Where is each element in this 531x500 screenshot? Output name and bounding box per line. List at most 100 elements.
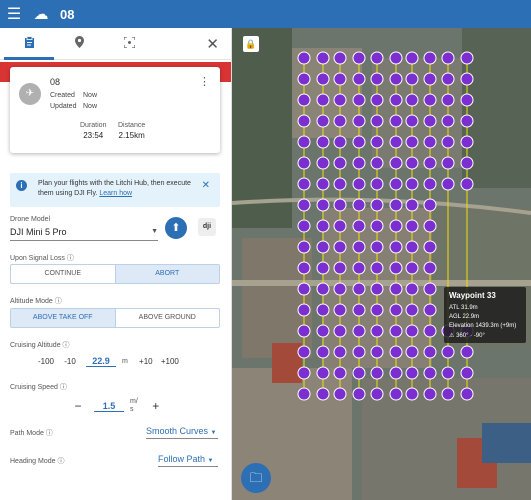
waypoint-marker[interactable]: [405, 261, 419, 275]
drone-model-select[interactable]: DJI Mini 5 Pro ▼: [10, 227, 158, 241]
minus-10-button[interactable]: -10: [58, 357, 82, 366]
waypoint-marker[interactable]: [352, 72, 366, 86]
tab-mission[interactable]: [4, 28, 54, 60]
waypoint-marker[interactable]: [352, 114, 366, 128]
waypoint-marker[interactable]: [297, 114, 311, 128]
satellite-map[interactable]: [232, 28, 531, 500]
waypoint-marker[interactable]: [352, 93, 366, 107]
waypoint-marker[interactable]: [370, 366, 384, 380]
waypoint-marker[interactable]: [441, 135, 455, 149]
above-ground-option[interactable]: ABOVE GROUND: [114, 309, 220, 327]
waypoint-marker[interactable]: [460, 345, 474, 359]
waypoint-marker[interactable]: [370, 324, 384, 338]
waypoint-marker[interactable]: [333, 156, 347, 170]
waypoint-marker[interactable]: [333, 135, 347, 149]
waypoint-marker[interactable]: [333, 198, 347, 212]
waypoint-marker[interactable]: [333, 114, 347, 128]
waypoint-marker[interactable]: [316, 93, 330, 107]
waypoint-marker[interactable]: [370, 303, 384, 317]
dji-logo-icon[interactable]: dji: [198, 218, 216, 236]
tab-focus[interactable]: [104, 28, 154, 60]
waypoint-marker[interactable]: [333, 72, 347, 86]
waypoint-marker[interactable]: [352, 156, 366, 170]
waypoint-marker[interactable]: [352, 177, 366, 191]
close-icon[interactable]: ✕: [202, 180, 210, 191]
waypoint-marker[interactable]: [423, 51, 437, 65]
close-icon[interactable]: ✕: [206, 35, 219, 53]
waypoint-marker[interactable]: [352, 324, 366, 338]
waypoint-marker[interactable]: [441, 93, 455, 107]
waypoint-marker[interactable]: [333, 51, 347, 65]
waypoint-marker[interactable]: [460, 177, 474, 191]
waypoint-marker[interactable]: [423, 198, 437, 212]
waypoint-marker[interactable]: [370, 345, 384, 359]
waypoint-marker[interactable]: [297, 261, 311, 275]
waypoint-marker[interactable]: [316, 72, 330, 86]
waypoint-marker[interactable]: [333, 261, 347, 275]
waypoint-marker[interactable]: [370, 114, 384, 128]
abort-option[interactable]: ABORT: [114, 265, 219, 283]
waypoint-marker[interactable]: [316, 324, 330, 338]
minus-100-button[interactable]: -100: [34, 357, 58, 366]
waypoint-marker[interactable]: [316, 198, 330, 212]
learn-how-link[interactable]: Learn how: [99, 190, 132, 197]
waypoint-marker[interactable]: [297, 387, 311, 401]
waypoint-marker[interactable]: [460, 51, 474, 65]
waypoint-marker[interactable]: [316, 303, 330, 317]
waypoint-marker[interactable]: [423, 345, 437, 359]
waypoint-marker[interactable]: [370, 387, 384, 401]
waypoint-marker[interactable]: [460, 156, 474, 170]
waypoint-marker[interactable]: [460, 114, 474, 128]
waypoint-marker[interactable]: [460, 93, 474, 107]
waypoint-marker[interactable]: [352, 387, 366, 401]
waypoint-marker[interactable]: [333, 282, 347, 296]
waypoint-marker[interactable]: [297, 156, 311, 170]
waypoint-marker[interactable]: [405, 303, 419, 317]
waypoint-marker[interactable]: [389, 366, 403, 380]
waypoint-marker[interactable]: [441, 177, 455, 191]
waypoint-marker[interactable]: [316, 387, 330, 401]
waypoint-marker[interactable]: [405, 366, 419, 380]
waypoint-marker[interactable]: [297, 345, 311, 359]
waypoint-marker[interactable]: [370, 198, 384, 212]
waypoint-marker[interactable]: [316, 177, 330, 191]
waypoint-marker[interactable]: [370, 135, 384, 149]
waypoint-marker[interactable]: [405, 177, 419, 191]
upload-button[interactable]: ⬆: [165, 217, 187, 239]
waypoint-marker[interactable]: [389, 219, 403, 233]
waypoint-marker[interactable]: [423, 324, 437, 338]
waypoint-marker[interactable]: [460, 135, 474, 149]
waypoint-marker[interactable]: [389, 135, 403, 149]
waypoint-marker[interactable]: [297, 219, 311, 233]
altitude-input[interactable]: 22.9: [86, 356, 116, 367]
waypoint-marker[interactable]: [370, 156, 384, 170]
menu-icon[interactable]: ☰: [0, 4, 28, 24]
waypoint-marker[interactable]: [405, 198, 419, 212]
waypoint-marker[interactable]: [389, 282, 403, 296]
waypoint-marker[interactable]: [297, 177, 311, 191]
waypoint-marker[interactable]: [389, 51, 403, 65]
waypoint-marker[interactable]: [297, 366, 311, 380]
waypoint-marker[interactable]: [460, 387, 474, 401]
waypoint-marker[interactable]: [333, 387, 347, 401]
waypoint-marker[interactable]: [389, 303, 403, 317]
waypoint-marker[interactable]: [297, 135, 311, 149]
waypoint-marker[interactable]: [316, 240, 330, 254]
waypoint-marker[interactable]: [352, 282, 366, 296]
plus-100-button[interactable]: +100: [158, 357, 182, 366]
waypoint-marker[interactable]: [316, 219, 330, 233]
waypoint-marker[interactable]: [370, 93, 384, 107]
waypoint-marker[interactable]: [405, 324, 419, 338]
waypoint-marker[interactable]: [352, 198, 366, 212]
waypoint-marker[interactable]: [405, 156, 419, 170]
waypoint-marker[interactable]: [405, 51, 419, 65]
waypoint-marker[interactable]: [423, 240, 437, 254]
waypoint-marker[interactable]: [352, 261, 366, 275]
waypoint-marker[interactable]: [441, 72, 455, 86]
waypoint-marker[interactable]: [389, 177, 403, 191]
waypoint-marker[interactable]: [352, 51, 366, 65]
waypoint-marker[interactable]: [333, 345, 347, 359]
waypoint-marker[interactable]: [297, 282, 311, 296]
waypoint-marker[interactable]: [441, 345, 455, 359]
folder-button[interactable]: 🗀: [241, 463, 271, 493]
